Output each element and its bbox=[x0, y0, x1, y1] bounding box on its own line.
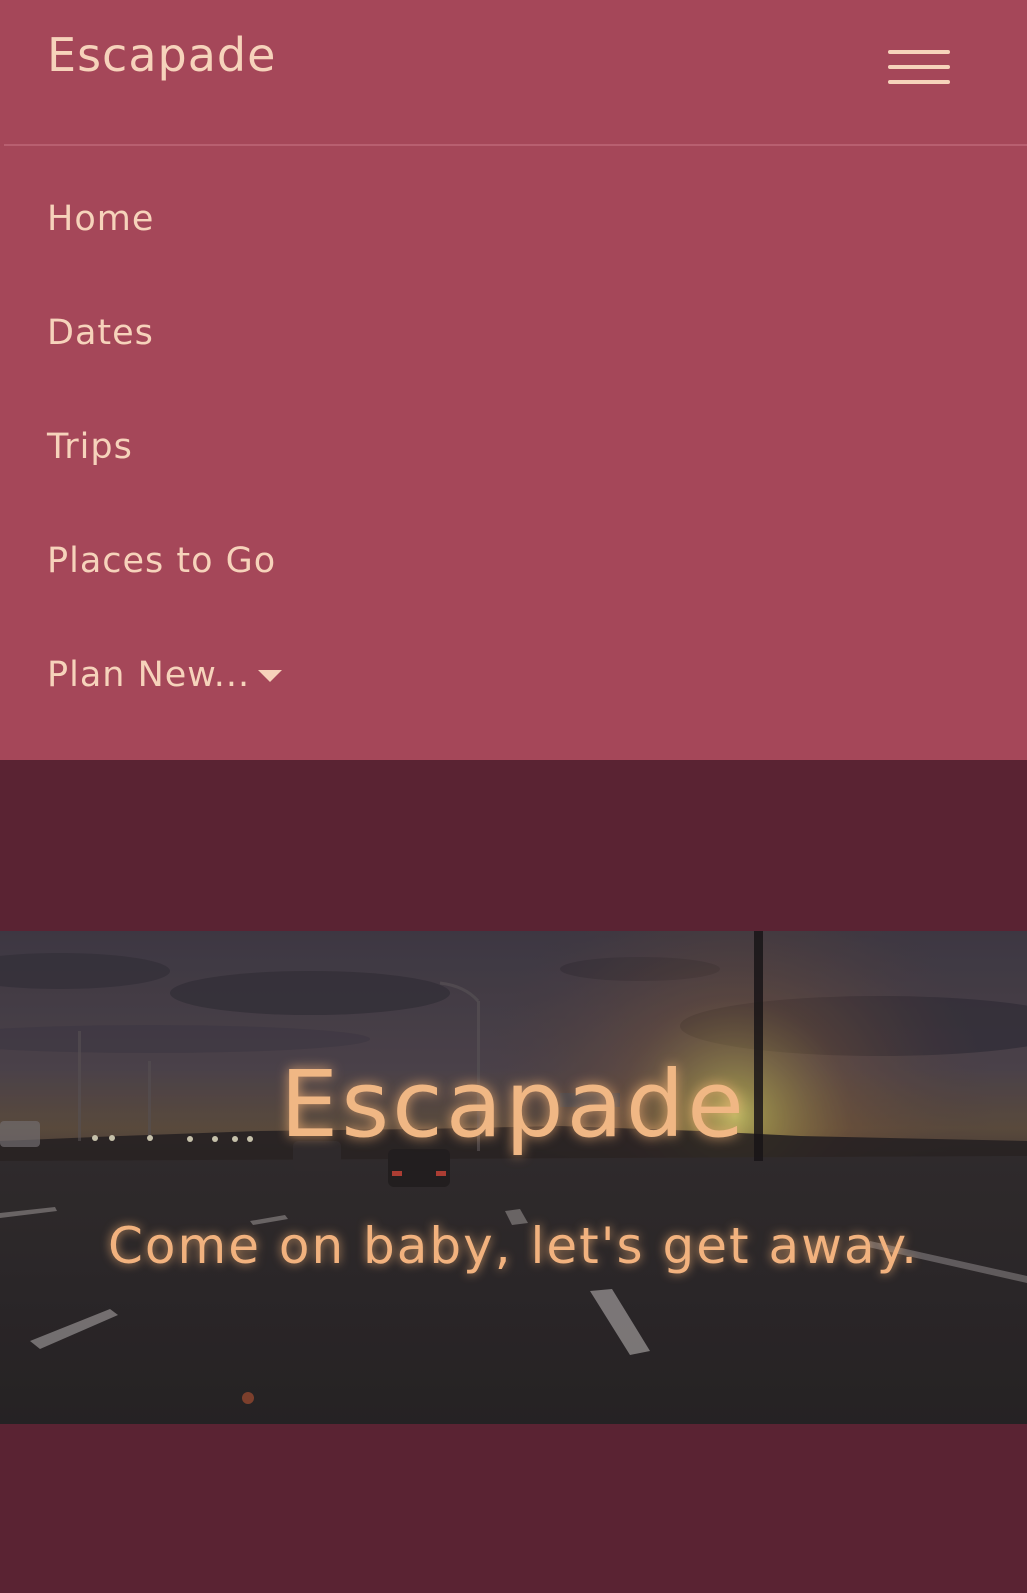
nav-divider bbox=[4, 144, 1027, 146]
hamburger-bar bbox=[888, 50, 950, 54]
hero-title: Escapade bbox=[280, 1051, 747, 1158]
navbar: Escapade Home Dates Trips Places to Go P… bbox=[0, 0, 1027, 760]
nav-item-plan-new-dropdown[interactable]: Plan New... bbox=[47, 655, 283, 695]
nav-item-trips[interactable]: Trips bbox=[47, 430, 133, 465]
hamburger-menu-icon[interactable] bbox=[880, 44, 950, 94]
hamburger-bar bbox=[888, 65, 950, 69]
navbar-brand[interactable]: Escapade bbox=[47, 32, 276, 78]
nav-item-home[interactable]: Home bbox=[47, 202, 154, 237]
caret-down-icon bbox=[258, 670, 283, 682]
hero-banner: Escapade Come on baby, let's get away. bbox=[0, 931, 1027, 1424]
nav-item-places-to-go[interactable]: Places to Go bbox=[47, 544, 276, 579]
hero-subtitle: Come on baby, let's get away. bbox=[107, 1217, 919, 1275]
hamburger-bar bbox=[888, 80, 950, 84]
nav-item-plan-new-label: Plan New... bbox=[47, 655, 251, 695]
nav-item-dates[interactable]: Dates bbox=[47, 316, 154, 351]
highway-sunset-photo bbox=[0, 931, 1027, 1424]
